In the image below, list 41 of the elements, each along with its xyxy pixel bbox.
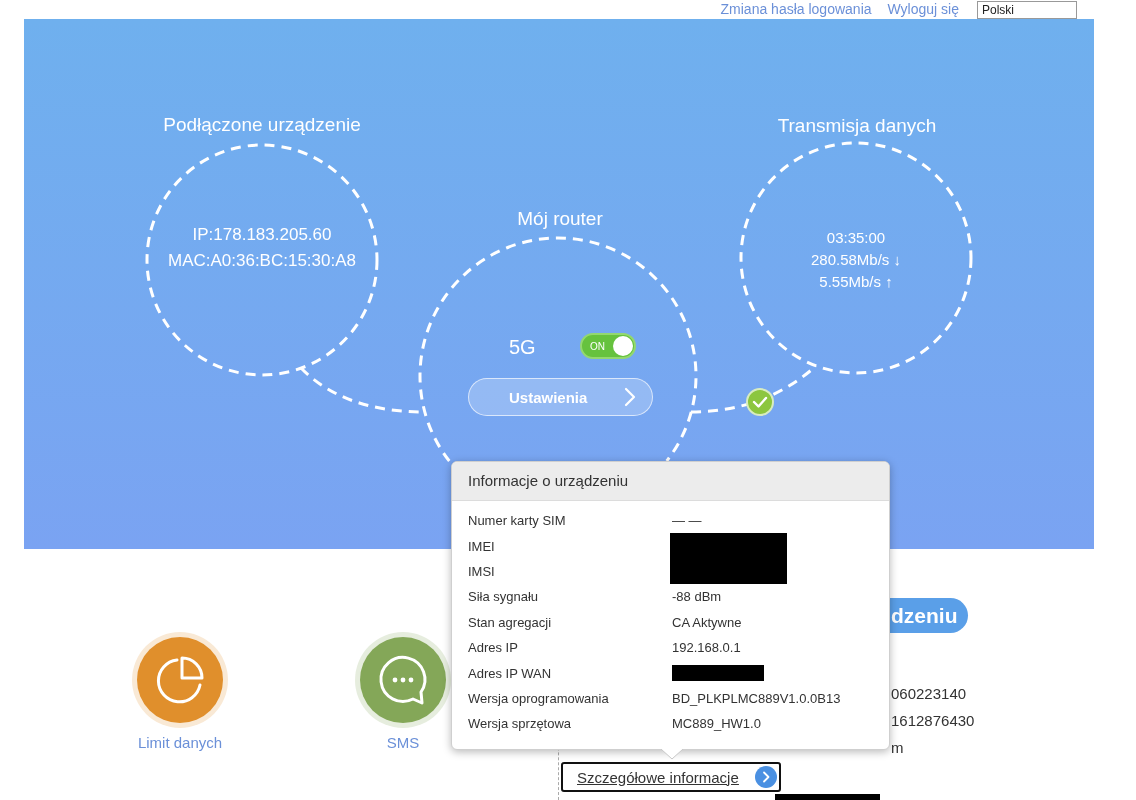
language-select[interactable]: Polski — [977, 0, 1077, 19]
info-label: Wersja sprzętowa — [467, 716, 573, 732]
value-text: 060223140 — [890, 684, 968, 704]
transfer-info-text: 03:35:00 — [825, 228, 887, 248]
transfer-info-text: 5.55Mb/s ↑ — [818, 272, 894, 292]
info-label: Numer karty SIM — [467, 513, 567, 529]
settings-button[interactable]: Ustawienia — [468, 378, 653, 416]
shortcut-link[interactable]: SMS — [386, 734, 420, 752]
info-label: Adres IP — [467, 640, 519, 656]
info-label: IMEI — [467, 538, 496, 554]
info-label: Wersja oprogramowania — [467, 690, 610, 706]
device-info-text: MAC:A0:36:BC:15:30:A8 — [166, 250, 357, 272]
info-value: — — — [672, 513, 702, 529]
pie-chart-icon[interactable] — [132, 632, 228, 728]
shortcut-link[interactable]: Limit danych — [137, 734, 223, 752]
info-value: -88 dBm — [672, 589, 722, 605]
diagram-title: Transmisja danych — [776, 114, 938, 138]
popup-title: Informacje o urządzeniu — [452, 462, 889, 501]
value-text: m — [890, 738, 905, 758]
chat-bubble-icon[interactable] — [355, 632, 451, 728]
transfer-info-text: 280.58Mb/s ↓ — [809, 250, 903, 270]
details-link[interactable]: Szczegółowe informacje — [561, 762, 781, 792]
device-info-text: IP:178.183.205.60 — [191, 224, 333, 246]
diagram-title: Mój router — [516, 207, 604, 231]
device-info-button[interactable]: dzeniu — [890, 598, 968, 633]
info-label: Siła sygnału — [467, 589, 540, 605]
top-link[interactable]: Zmiana hasła logowania — [720, 1, 872, 18]
chevron-icon — [624, 387, 636, 407]
toggle-switch[interactable]: ON — [580, 333, 636, 359]
top-link[interactable]: Wyloguj się — [887, 1, 959, 18]
info-value: BD_PLKPLMC889V1.0.0B13 — [672, 690, 841, 706]
info-value: 192.168.0.1 — [672, 640, 741, 656]
info-label: Adres IP WAN — [467, 665, 553, 681]
value-text: 1612876430 — [890, 711, 976, 731]
info-label: Stan agregacji — [467, 614, 553, 630]
band-label: 5G — [509, 335, 536, 359]
info-label: IMSI — [467, 563, 496, 579]
diagram-title: Podłączone urządzenie — [162, 113, 362, 137]
info-value: MC889_HW1.0 — [672, 716, 761, 732]
chevron-icon — [755, 766, 777, 788]
info-value: CA Aktywne — [672, 614, 742, 630]
